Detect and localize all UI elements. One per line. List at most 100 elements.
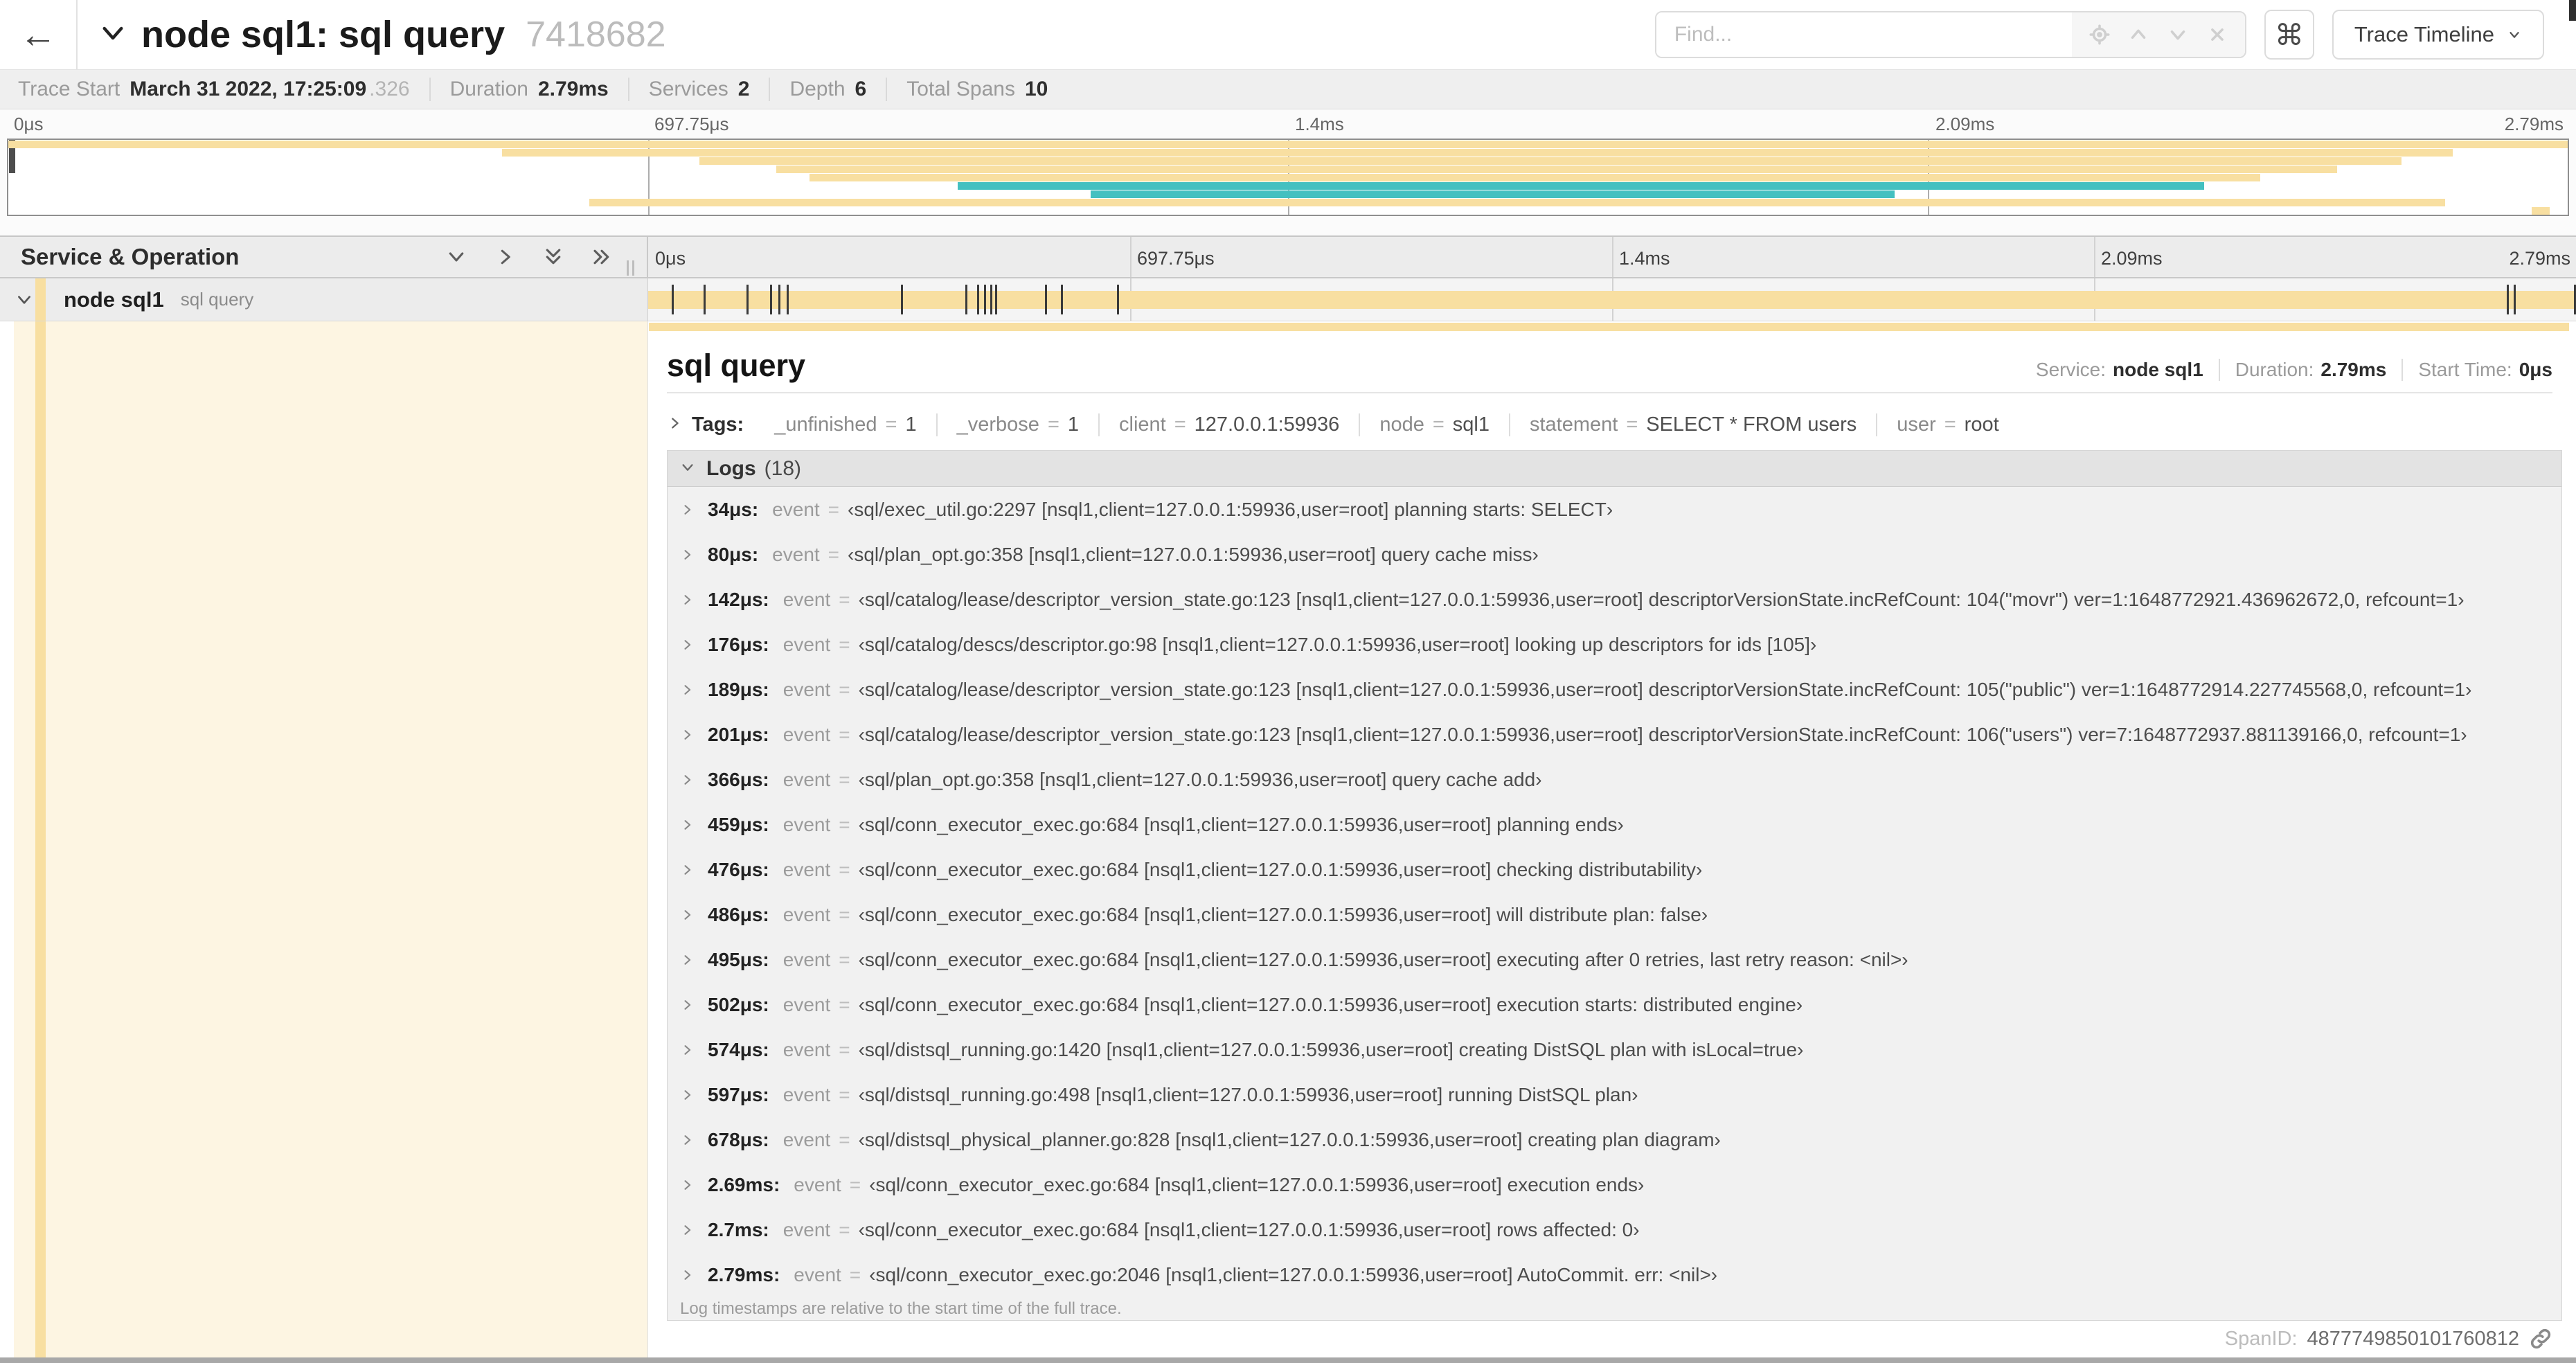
log-expand-chevron-icon[interactable] [680, 638, 708, 652]
log-equals: = [839, 858, 850, 880]
timeline-gridline [2094, 237, 2095, 277]
find-input[interactable] [1656, 12, 2072, 57]
log-field-key: event [782, 588, 831, 610]
tag-item: statement = SELECT * FROM users [1510, 413, 1878, 436]
log-expand-chevron-icon[interactable] [680, 1268, 708, 1282]
log-expand-chevron-icon[interactable] [680, 1178, 708, 1192]
log-row[interactable]: 459μs: event = ‹sql/conn_executor_exec.go:6… [668, 802, 2561, 847]
log-expand-chevron-icon[interactable] [680, 548, 708, 562]
span-row[interactable]: node sql1 sql query [0, 278, 2576, 321]
logs-header[interactable]: Logs (18) [668, 451, 2561, 487]
expand-all-icon[interactable] [591, 247, 612, 267]
back-button[interactable]: ← [0, 0, 78, 69]
log-field-key: event [782, 1038, 831, 1060]
log-expand-chevron-icon[interactable] [680, 503, 708, 517]
view-selector-label: Trace Timeline [2354, 22, 2494, 46]
log-row[interactable]: 678μs: event = ‹sql/distsql_physical_planne… [668, 1117, 2561, 1162]
detail-divider [667, 392, 2552, 393]
span-collapse-chevron-icon[interactable] [15, 291, 33, 309]
log-expand-chevron-icon[interactable] [680, 863, 708, 877]
expand-one-icon[interactable] [494, 247, 515, 267]
log-row[interactable]: 2.79ms: event = ‹sql/conn_executor_exec.go:… [668, 1252, 2561, 1297]
log-row[interactable]: 2.7ms: event = ‹sql/conn_executor_exec.go:6… [668, 1207, 2561, 1252]
log-expand-chevron-icon[interactable] [680, 1043, 708, 1057]
log-expand-chevron-icon[interactable] [680, 1088, 708, 1102]
log-timestamp: 2.79ms: [708, 1263, 780, 1285]
log-row[interactable]: 176μs: event = ‹sql/catalog/descs/descripto… [668, 622, 2561, 667]
log-row[interactable]: 495μs: event = ‹sql/conn_executor_exec.go:6… [668, 937, 2561, 982]
deep-link-icon[interactable] [2529, 1327, 2552, 1351]
collapse-all-icon[interactable] [543, 247, 564, 267]
log-timestamp: 495μs: [708, 948, 769, 970]
log-timestamp: 34μs: [708, 498, 759, 520]
log-expand-chevron-icon[interactable] [680, 818, 708, 832]
log-row[interactable]: 574μs: event = ‹sql/distsql_running.go:1420… [668, 1027, 2561, 1072]
log-timestamp: 366μs: [708, 768, 769, 790]
view-selector-button[interactable]: Trace Timeline [2332, 10, 2544, 60]
log-row[interactable]: 486μs: event = ‹sql/conn_executor_exec.go:6… [668, 892, 2561, 937]
log-row[interactable]: 366μs: event = ‹sql/plan_opt.go:358 [nsql1,… [668, 757, 2561, 802]
log-expand-chevron-icon[interactable] [680, 683, 708, 697]
log-expand-chevron-icon[interactable] [680, 728, 708, 742]
log-field-value: ‹sql/distsql_running.go:498 [nsql1,clien… [858, 1083, 1638, 1105]
axis-tick-label: 697.75μs [1137, 248, 1215, 269]
clear-find-icon[interactable] [2206, 23, 2229, 46]
service-color-bar [35, 321, 46, 1357]
log-row[interactable]: 2.69ms: event = ‹sql/conn_executor_exec.go:… [668, 1162, 2561, 1207]
prev-result-icon[interactable] [2127, 23, 2150, 46]
log-expand-chevron-icon[interactable] [680, 953, 708, 967]
span-duration-bar[interactable] [648, 291, 2576, 309]
timeline-minimap[interactable] [7, 139, 2569, 216]
tag-key: _verbose [956, 413, 1039, 436]
log-field-value: ‹sql/catalog/lease/descriptor_version_st… [858, 723, 2467, 745]
log-expand-chevron-icon[interactable] [680, 998, 708, 1012]
log-row[interactable]: 142μs: event = ‹sql/catalog/lease/descripto… [668, 577, 2561, 622]
log-timestamp: 486μs: [708, 903, 769, 925]
log-expand-chevron-icon[interactable] [680, 1223, 708, 1237]
tags-row[interactable]: Tags: _unfinished = 1 _verbose = 1 client = 127.… [667, 404, 2552, 445]
log-row[interactable]: 476μs: event = ‹sql/conn_executor_exec.go:6… [668, 847, 2561, 892]
log-row[interactable]: 80μs: event = ‹sql/plan_opt.go:358 [nsql1,c… [668, 532, 2561, 577]
log-field-value: ‹sql/conn_executor_exec.go:684 [nsql1,cl… [858, 993, 1803, 1015]
log-equals: = [839, 723, 850, 745]
logs-collapse-chevron-icon[interactable] [680, 457, 695, 481]
tags-expand-chevron-icon[interactable] [667, 413, 682, 436]
log-equals: = [828, 543, 840, 565]
log-timestamp: 574μs: [708, 1038, 769, 1060]
title-collapse-chevron-icon[interactable] [98, 19, 127, 51]
log-expand-chevron-icon[interactable] [680, 773, 708, 787]
log-marker-tick [778, 285, 781, 314]
column-resize-handle[interactable] [627, 260, 634, 276]
keyboard-shortcuts-button[interactable]: ⌘ [2264, 10, 2314, 60]
log-field-key: event [794, 1173, 841, 1195]
log-row[interactable]: 597μs: event = ‹sql/distsql_running.go:498 … [668, 1072, 2561, 1117]
detail-meta-label: Service: [2035, 359, 2107, 380]
log-row[interactable]: 189μs: event = ‹sql/catalog/lease/descripto… [668, 667, 2561, 712]
log-expand-chevron-icon[interactable] [680, 908, 708, 922]
span-row-timeline-cell[interactable] [648, 278, 2576, 321]
log-row[interactable]: 201μs: event = ‹sql/catalog/lease/descripto… [668, 712, 2561, 757]
log-field-value: ‹sql/conn_executor_exec.go:684 [nsql1,cl… [858, 903, 1708, 925]
log-field-key: event [782, 768, 831, 790]
log-expand-chevron-icon[interactable] [680, 593, 708, 607]
detail-meta-value: 0μs [2519, 359, 2552, 380]
log-equals: = [839, 1218, 850, 1240]
scrollbar-thumb[interactable] [2569, 0, 2576, 21]
next-result-icon[interactable] [2166, 23, 2190, 46]
axis-tick-label: 2.09ms [2101, 248, 2163, 269]
tag-item: _verbose = 1 [938, 413, 1100, 436]
chevron-down-icon [2510, 32, 2519, 38]
log-field-value: ‹sql/distsql_running.go:1420 [nsql1,clie… [858, 1038, 1804, 1060]
log-expand-chevron-icon[interactable] [680, 1133, 708, 1147]
log-row[interactable]: 34μs: event = ‹sql/exec_util.go:2297 [nsql1… [668, 487, 2561, 532]
locate-icon[interactable] [2088, 23, 2111, 46]
log-equals: = [839, 948, 850, 970]
collapse-one-icon[interactable] [446, 247, 467, 267]
span-row-name-cell[interactable]: node sql1 sql query [0, 278, 648, 321]
summary-item: Trace Start March 31 2022, 17:25:09.326 [18, 78, 431, 101]
axis-tick-label: 2.09ms [1935, 114, 1995, 134]
log-field-key: event [794, 1263, 841, 1285]
span-id-row: SpanID: 4877749850101760812 [2225, 1327, 2552, 1351]
log-row[interactable]: 502μs: event = ‹sql/conn_executor_exec.go:6… [668, 982, 2561, 1027]
back-arrow-icon: ← [19, 14, 57, 55]
